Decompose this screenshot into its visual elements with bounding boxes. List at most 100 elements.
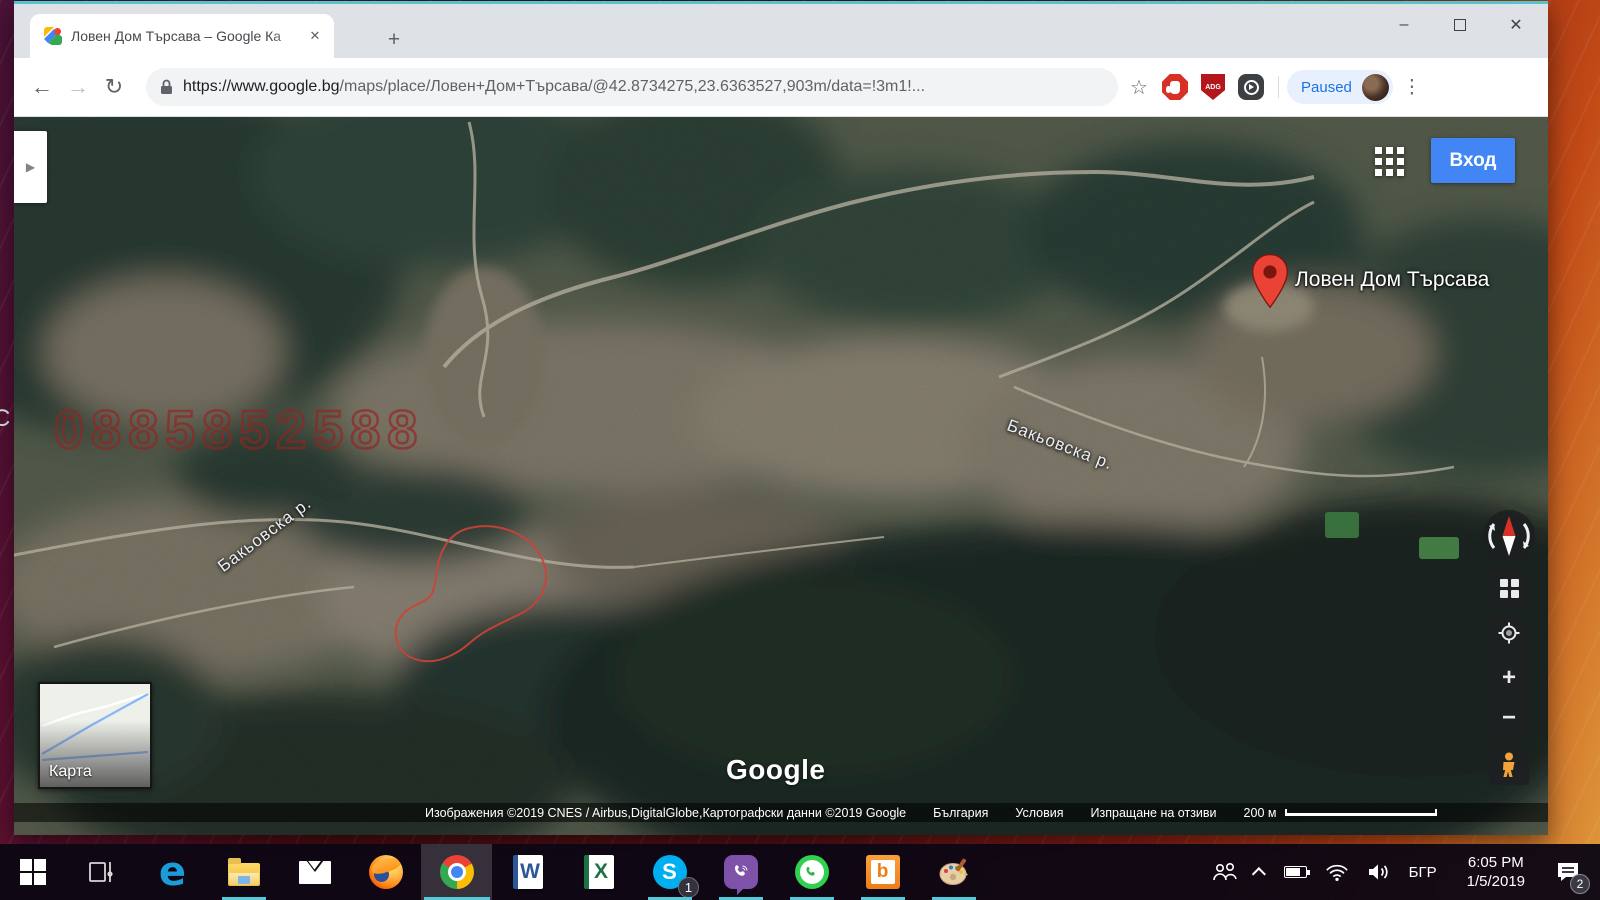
taskbar-file-explorer[interactable] — [208, 844, 279, 900]
mail-icon — [299, 861, 331, 884]
scale-bar — [1285, 809, 1437, 816]
place-marker-pin[interactable] — [1250, 253, 1290, 309]
address-bar[interactable]: https://www.google.bg/maps/place/Ловен+Д… — [146, 68, 1118, 106]
tray-overflow-button[interactable] — [1247, 844, 1275, 900]
tab-close-icon[interactable]: ✕ — [304, 25, 326, 47]
taskbar-skype[interactable]: S 1 — [634, 844, 705, 900]
pegman-control[interactable] — [1489, 745, 1529, 785]
browser-menu-icon[interactable]: ⋮ — [1395, 70, 1429, 104]
volume-indicator[interactable] — [1358, 844, 1400, 900]
start-button[interactable] — [0, 844, 66, 900]
system-tray: БГР 6:05 PM 1/5/2019 2 — [1202, 844, 1600, 900]
new-tab-button[interactable]: + — [380, 26, 408, 54]
minimize-button[interactable]: – — [1376, 6, 1432, 44]
taskbar-mail[interactable] — [279, 844, 350, 900]
wifi-icon — [1325, 862, 1349, 882]
phone-watermark: 0885852588 — [54, 399, 424, 461]
chevron-up-icon — [1251, 867, 1265, 881]
task-view-icon — [88, 859, 116, 885]
terms-link[interactable]: Условия — [1015, 806, 1063, 820]
my-location-icon — [1498, 622, 1520, 644]
forward-button[interactable]: → — [60, 69, 96, 105]
video-extension-icon[interactable] — [1235, 71, 1267, 103]
word-icon: W — [513, 855, 543, 889]
taskbar-paint[interactable] — [918, 844, 989, 900]
tilt-imagery-button[interactable] — [1489, 568, 1529, 608]
video-download-icon — [1238, 74, 1264, 100]
scale-label: 200 м — [1244, 806, 1277, 820]
desktop-icon-label-partial: С — [0, 405, 10, 433]
windows-taskbar: e W X S 1 b — [0, 844, 1600, 900]
bookmark-star-icon[interactable]: ☆ — [1122, 70, 1156, 104]
google-apps-grid-icon[interactable] — [1375, 147, 1404, 176]
zoom-in-button[interactable]: + — [1489, 658, 1529, 698]
people-button[interactable] — [1202, 844, 1247, 900]
scale-control[interactable]: 200 м — [1244, 806, 1438, 820]
battery-indicator[interactable] — [1275, 844, 1316, 900]
wifi-indicator[interactable] — [1316, 844, 1358, 900]
place-marker-label[interactable]: Ловен Дом Търсава — [1295, 268, 1489, 292]
taskbar-word[interactable]: W — [492, 844, 563, 900]
url-host: https://www.google.bg — [183, 78, 340, 95]
reload-button[interactable]: ↻ — [96, 69, 132, 105]
window-controls: – ✕ — [1376, 6, 1544, 44]
clock-date: 1/5/2019 — [1467, 872, 1525, 891]
paint-icon — [938, 857, 970, 887]
whatsapp-icon — [795, 855, 829, 889]
taskbar-firefox[interactable] — [350, 844, 421, 900]
country-link[interactable]: България — [933, 806, 988, 820]
paused-label: Paused — [1301, 79, 1352, 96]
browser-toolbar: ← → ↻ https://www.google.bg/maps/place/Л… — [14, 58, 1548, 117]
viber-icon — [724, 855, 758, 889]
map-canvas[interactable]: ▶ Вход Ловен Дом Търсава 0885852588 Бакь… — [14, 117, 1548, 835]
sign-in-button[interactable]: Вход — [1431, 138, 1515, 183]
file-explorer-icon — [228, 863, 260, 886]
imagery-credits: Изображения ©2019 CNES / Airbus,DigitalG… — [425, 806, 906, 820]
people-icon — [1211, 862, 1238, 882]
sync-paused-chip[interactable]: Paused — [1287, 70, 1393, 104]
my-location-button[interactable] — [1489, 613, 1529, 653]
language-indicator[interactable]: БГР — [1400, 844, 1446, 900]
zoom-out-button[interactable]: − — [1489, 698, 1529, 738]
url-text: https://www.google.bg/maps/place/Ловен+Д… — [183, 78, 925, 96]
language-label: БГР — [1409, 864, 1437, 881]
minimap-toggle[interactable]: Карта — [38, 682, 152, 789]
stop-hand-icon — [1162, 74, 1188, 100]
url-path: /maps/place/Ловен+Дом+Търсава/@42.873427… — [340, 78, 926, 95]
browser-tab[interactable]: Ловен Дом Търсава – Google Ка ✕ — [30, 14, 334, 58]
profile-avatar — [1362, 74, 1389, 101]
clock[interactable]: 6:05 PM 1/5/2019 — [1446, 844, 1546, 900]
minimap-label: Карта — [49, 763, 92, 781]
action-center-button[interactable]: 2 — [1546, 844, 1590, 900]
close-button[interactable]: ✕ — [1488, 6, 1544, 44]
adblock-extension-icon[interactable] — [1159, 71, 1191, 103]
adguard-extension-icon[interactable]: ADG — [1197, 71, 1229, 103]
shield-icon: ADG — [1201, 74, 1225, 100]
compass-control[interactable] — [1481, 508, 1537, 564]
task-view-button[interactable] — [66, 844, 137, 900]
maximize-icon — [1454, 19, 1466, 31]
tab-strip: Ловен Дом Търсава – Google Ка ✕ + – ✕ — [14, 4, 1548, 58]
taskbar-edge[interactable]: e — [137, 844, 208, 900]
google-logo: Google — [726, 754, 825, 786]
google-maps-favicon — [44, 27, 62, 45]
skype-unread-badge: 1 — [678, 877, 699, 898]
taskbar-excel[interactable]: X — [563, 844, 634, 900]
pegman-icon — [1500, 752, 1518, 778]
side-panel-expand-button[interactable]: ▶ — [14, 131, 47, 203]
firefox-icon — [369, 855, 403, 889]
attribution-bar: Изображения ©2019 CNES / Airbus,DigitalG… — [14, 803, 1548, 822]
speaker-icon — [1367, 862, 1391, 882]
back-button[interactable]: ← — [24, 69, 60, 105]
taskbar-viber[interactable] — [705, 844, 776, 900]
excel-icon: X — [584, 855, 614, 889]
taskbar-chrome[interactable] — [421, 844, 492, 900]
maximize-button[interactable] — [1432, 6, 1488, 44]
taskbar-bezplatno[interactable]: b — [847, 844, 918, 900]
satellite-imagery — [14, 117, 1548, 835]
secure-lock-icon — [160, 79, 173, 95]
notification-count-badge: 2 — [1570, 874, 1590, 894]
feedback-link[interactable]: Изпращане на отзиви — [1091, 806, 1217, 820]
clock-time: 6:05 PM — [1467, 853, 1525, 872]
taskbar-whatsapp[interactable] — [776, 844, 847, 900]
